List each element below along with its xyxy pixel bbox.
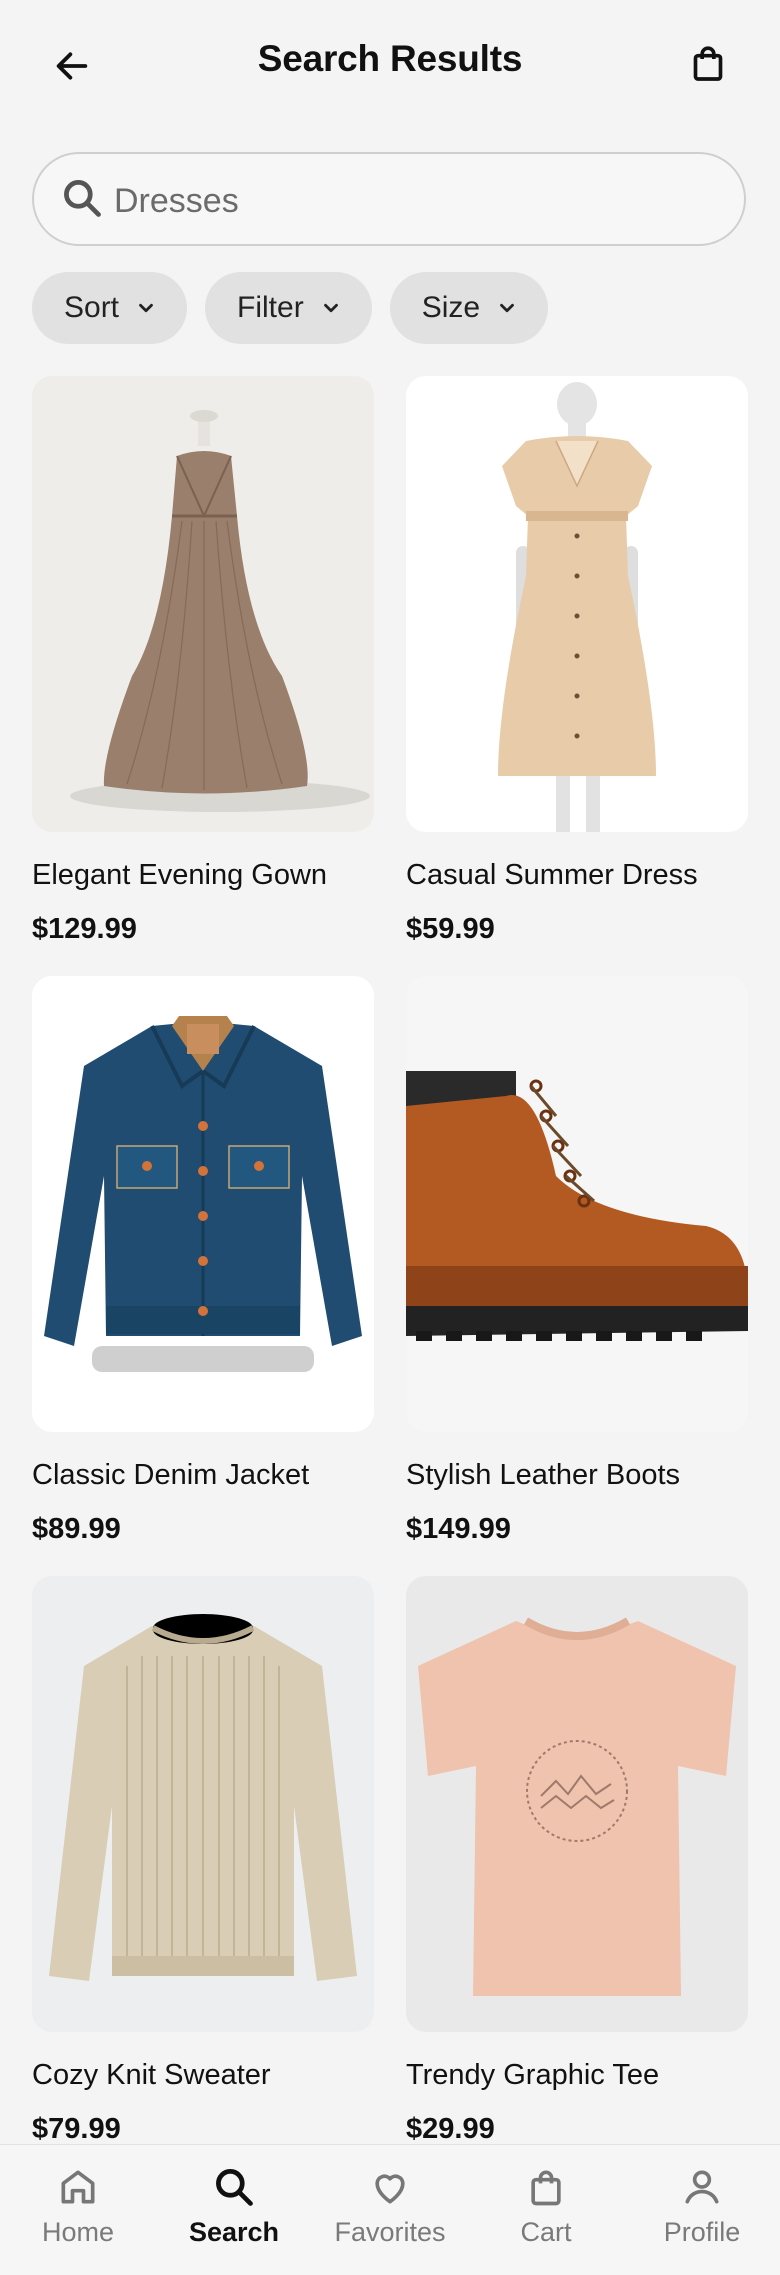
product-price: $149.99	[406, 1512, 511, 1545]
filter-chips: Sort Filter Size	[32, 272, 549, 344]
nav-favorites-label: Favorites	[334, 2217, 446, 2247]
shopping-bag-icon	[693, 46, 723, 81]
search-icon	[216, 2169, 253, 2206]
product-name: Trendy Graphic Tee	[406, 2059, 660, 2091]
nav-home-label: Home	[41, 2217, 115, 2247]
product-name: Stylish Leather Boots	[406, 1459, 681, 1491]
evening-gown-image[interactable]	[32, 376, 374, 832]
product-price: $129.99	[32, 912, 137, 945]
sort-chip[interactable]: Sort	[32, 272, 188, 344]
product-name: Elegant Evening Gown	[32, 859, 328, 891]
nav-profile[interactable]: Profile	[624, 2145, 780, 2275]
product-card[interactable]: Stylish Leather Boots $149.99	[406, 976, 748, 1546]
chevron-down-icon	[323, 303, 338, 313]
app-header: Search Results	[0, 0, 780, 130]
knit-sweater-image[interactable]	[32, 1576, 374, 2032]
nav-cart-label: Cart	[520, 2217, 572, 2247]
filter-chip-label: Filter	[237, 291, 304, 324]
user-icon	[685, 2170, 719, 2204]
nav-search[interactable]: Search	[156, 2145, 312, 2275]
product-price: $29.99	[406, 2112, 495, 2145]
product-name: Casual Summer Dress	[406, 859, 698, 891]
denim-jacket-image[interactable]	[32, 976, 374, 1432]
home-icon	[61, 2170, 95, 2204]
product-card[interactable]: Cozy Knit Sweater $79.99	[32, 1576, 374, 2146]
shopping-bag-icon	[531, 2170, 561, 2206]
product-card[interactable]: Trendy Graphic Tee $29.99	[406, 1576, 748, 2146]
search-icon	[64, 180, 101, 217]
filter-chip[interactable]: Filter	[205, 272, 372, 344]
cart-button[interactable]	[682, 38, 734, 90]
chevron-down-icon	[500, 303, 514, 313]
nav-home[interactable]: Home	[0, 2145, 156, 2275]
nav-search-label: Search	[188, 2217, 280, 2247]
summer-dress-image[interactable]	[406, 376, 748, 832]
nav-profile-label: Profile	[663, 2217, 741, 2247]
chevron-down-icon	[139, 303, 153, 313]
search-input[interactable]	[112, 172, 716, 230]
product-name: Classic Denim Jacket	[32, 1459, 310, 1491]
heart-icon	[375, 2174, 405, 2204]
product-name: Cozy Knit Sweater	[32, 2059, 271, 2091]
nav-favorites[interactable]: Favorites	[312, 2145, 468, 2275]
size-chip[interactable]: Size	[389, 272, 549, 344]
product-price: $59.99	[406, 912, 495, 945]
sort-chip-label: Sort	[64, 291, 120, 324]
product-price: $89.99	[32, 1512, 121, 1545]
product-card[interactable]: Casual Summer Dress $59.99	[406, 376, 748, 946]
nav-cart[interactable]: Cart	[468, 2145, 624, 2275]
size-chip-label: Size	[421, 291, 481, 324]
page-title: Search Results	[257, 38, 523, 79]
search-bar[interactable]	[32, 152, 746, 246]
product-card[interactable]: Elegant Evening Gown $129.99	[32, 376, 374, 946]
graphic-tee-image[interactable]	[406, 1576, 748, 2032]
bottom-navigation: Home Search Favorites Cart Profile	[0, 2144, 780, 2275]
leather-boots-image[interactable]	[406, 976, 748, 1432]
product-price: $79.99	[32, 2112, 121, 2145]
product-card[interactable]: Classic Denim Jacket $89.99	[32, 976, 374, 1546]
